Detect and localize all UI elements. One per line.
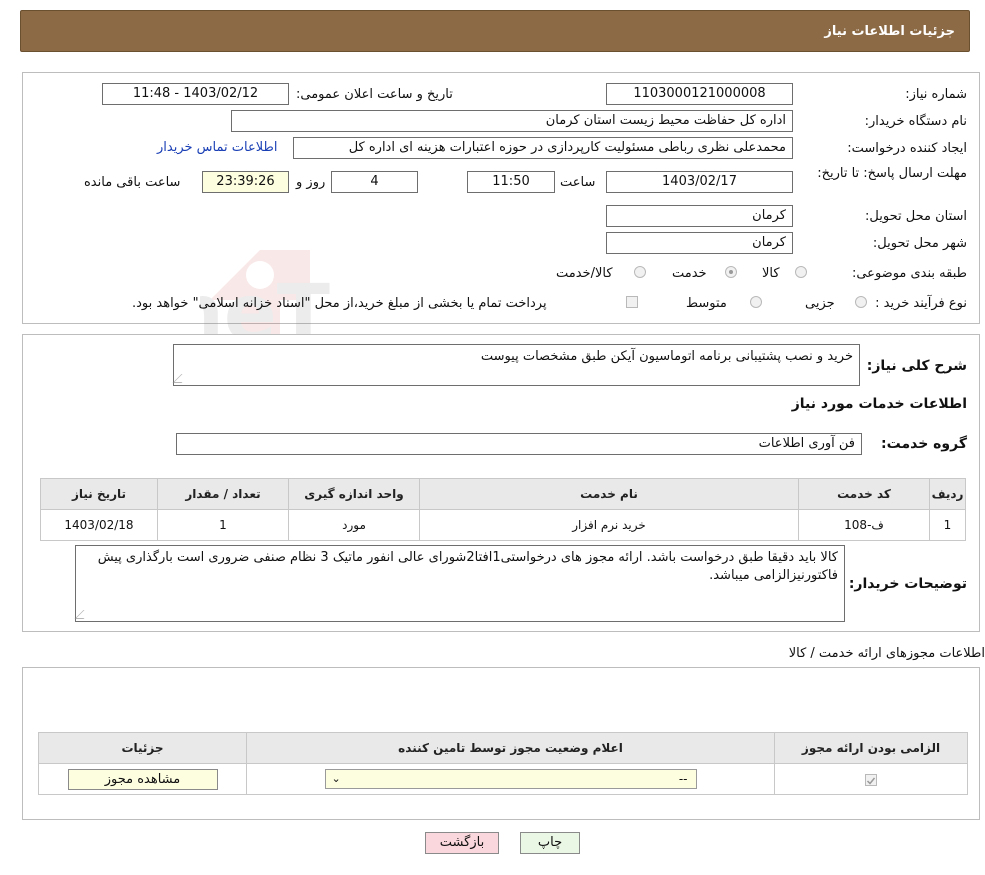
process-type-label: نوع فرآیند خرید : bbox=[875, 296, 967, 311]
province-label: استان محل تحویل: bbox=[865, 209, 967, 224]
announce-date-field: 1403/02/12 - 11:48 bbox=[102, 83, 289, 105]
category-service-radio[interactable] bbox=[725, 266, 737, 278]
permit-required-checkbox bbox=[865, 773, 877, 786]
buyer-org-label: نام دستگاه خریدار: bbox=[864, 114, 967, 129]
services-table: ردیف کد خدمت نام خدمت واحد اندازه گیری ت… bbox=[40, 478, 966, 541]
category-goods-label: کالا bbox=[762, 266, 780, 281]
province-field: کرمان bbox=[606, 205, 793, 227]
row-number-cell: 1 bbox=[929, 509, 966, 541]
col-name-header: نام خدمت bbox=[419, 478, 799, 510]
permit-required-header: الزامی بودن ارائه مجوز bbox=[774, 732, 968, 764]
check-icon bbox=[866, 777, 876, 785]
buyer-notes-label: توضیحات خریدار: bbox=[848, 576, 967, 592]
chevron-down-icon: ⌄ bbox=[331, 772, 341, 785]
service-group-field: فن آوری اطلاعات bbox=[176, 433, 862, 455]
print-button[interactable]: چاپ bbox=[520, 832, 580, 854]
back-button[interactable]: بازگشت bbox=[425, 832, 499, 854]
buyer-contact-link[interactable]: اطلاعات تماس خریدار bbox=[157, 140, 277, 155]
deadline-time-label: ساعت bbox=[560, 175, 596, 190]
process-minor-radio[interactable] bbox=[855, 296, 867, 308]
need-number-label: شماره نیاز: bbox=[905, 87, 967, 102]
services-section-title: اطلاعات خدمات مورد نیاز bbox=[791, 396, 967, 412]
permit-required-cell bbox=[774, 763, 968, 795]
category-both-label: کالا/خدمت bbox=[556, 266, 613, 281]
resize-handle-icon[interactable] bbox=[172, 374, 191, 383]
permit-status-cell: ⌄ -- bbox=[246, 763, 775, 795]
permit-details-cell: مشاهده مجوز bbox=[38, 763, 247, 795]
service-name-cell: خرید نرم افزار bbox=[419, 509, 799, 541]
permits-table-header: الزامی بودن ارائه مجوز اعلام وضعیت مجوز … bbox=[38, 732, 968, 764]
category-both-radio[interactable] bbox=[634, 266, 646, 278]
category-goods-radio[interactable] bbox=[795, 266, 807, 278]
deadline-label: مهلت ارسال پاسخ: تا تاریخ: bbox=[802, 165, 967, 183]
remaining-days-field: 4 bbox=[331, 171, 418, 193]
need-number-field: 1103000121000008 bbox=[606, 83, 793, 105]
permit-status-select[interactable]: ⌄ -- bbox=[324, 769, 697, 789]
buyer-notes-field: کالا باید دقیقا طبق درخواست باشد. ارائه … bbox=[74, 545, 845, 622]
table-row: ⌄ -- مشاهده مجوز bbox=[38, 763, 968, 795]
table-row: 1 ف-108 خرید نرم افزار مورد 1 1403/02/18 bbox=[40, 509, 966, 541]
creator-label: ایجاد کننده درخواست: bbox=[847, 141, 967, 156]
category-label: طبقه بندی موضوعی: bbox=[851, 266, 967, 281]
creator-field: محمدعلی نظری رباطی مسئولیت کارپردازی در … bbox=[293, 137, 793, 159]
col-code-header: کد خدمت bbox=[798, 478, 930, 510]
treasury-payment-checkbox[interactable] bbox=[626, 296, 638, 308]
summary-label: شرح کلی نیاز: bbox=[866, 358, 967, 374]
resize-handle-icon[interactable] bbox=[74, 610, 93, 619]
buyer-org-field: اداره کل حفاظت محیط زیست استان کرمان bbox=[231, 110, 793, 132]
permit-details-header: جزئیات bbox=[38, 732, 247, 764]
col-qty-header: تعداد / مقدار bbox=[157, 478, 289, 510]
summary-field: خرید و نصب پشتیبانی برنامه اتوماسیون آیک… bbox=[172, 344, 860, 386]
page-title: جزئیات اطلاعات نیاز bbox=[824, 24, 955, 39]
remaining-time-label: ساعت باقی مانده bbox=[84, 175, 181, 190]
service-group-label: گروه خدمت: bbox=[881, 436, 967, 452]
permits-section-title: اطلاعات مجوزهای ارائه خدمت / کالا bbox=[788, 646, 985, 661]
service-code-cell: ف-108 bbox=[798, 509, 930, 541]
summary-text: خرید و نصب پشتیبانی برنامه اتوماسیون آیک… bbox=[480, 349, 853, 364]
deadline-date-field: 1403/02/17 bbox=[606, 171, 793, 193]
col-unit-header: واحد اندازه گیری bbox=[288, 478, 420, 510]
deadline-time-field: 11:50 bbox=[467, 171, 555, 193]
col-date-header: تاریخ نیاز bbox=[40, 478, 158, 510]
permit-status-value: -- bbox=[678, 772, 688, 786]
remaining-time-field: 23:39:26 bbox=[202, 171, 289, 193]
process-medium-radio[interactable] bbox=[750, 296, 762, 308]
deadline-label-text: مهلت ارسال پاسخ: تا تاریخ: bbox=[817, 166, 967, 181]
permits-table: الزامی بودن ارائه مجوز اعلام وضعیت مجوز … bbox=[38, 732, 968, 795]
view-permit-button[interactable]: مشاهده مجوز bbox=[67, 768, 218, 790]
process-medium-label: متوسط bbox=[686, 296, 727, 311]
city-label: شهر محل تحویل: bbox=[872, 236, 967, 251]
quantity-cell: 1 bbox=[157, 509, 289, 541]
process-minor-label: جزیی bbox=[805, 296, 835, 311]
category-service-label: خدمت bbox=[672, 266, 707, 281]
page-title-bar: جزئیات اطلاعات نیاز bbox=[20, 10, 970, 52]
permit-status-header: اعلام وضعیت مجوز توسط تامین کننده bbox=[246, 732, 775, 764]
unit-cell: مورد bbox=[288, 509, 420, 541]
need-date-cell: 1403/02/18 bbox=[40, 509, 158, 541]
announce-date-label: تاریخ و ساعت اعلان عمومی: bbox=[296, 87, 453, 102]
city-field: کرمان bbox=[606, 232, 793, 254]
treasury-payment-note: پرداخت تمام یا بخشی از مبلغ خرید،از محل … bbox=[132, 296, 547, 311]
services-table-header: ردیف کد خدمت نام خدمت واحد اندازه گیری ت… bbox=[40, 478, 966, 510]
col-row-header: ردیف bbox=[929, 478, 966, 510]
remaining-days-label: روز و bbox=[296, 175, 326, 190]
buyer-notes-text: کالا باید دقیقا طبق درخواست باشد. ارائه … bbox=[97, 550, 838, 583]
